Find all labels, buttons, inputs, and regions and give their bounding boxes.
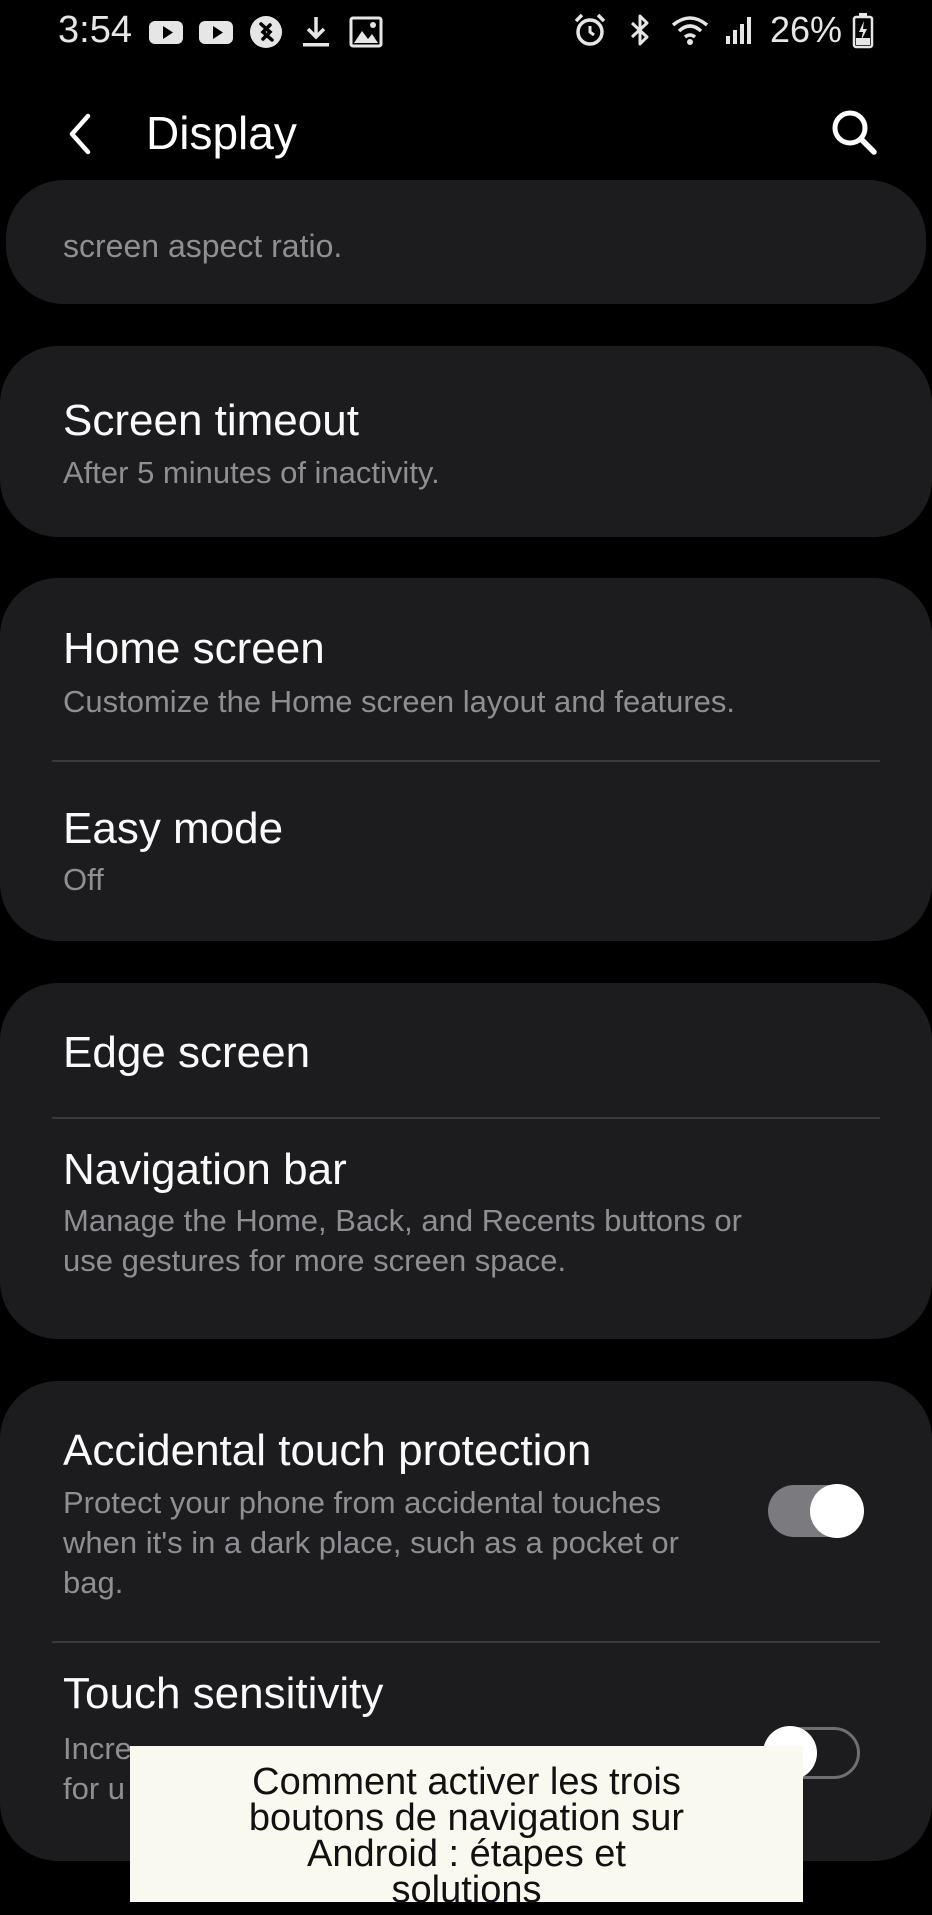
caption-line: Android : étapes et: [307, 1833, 626, 1875]
setting-navigation-bar[interactable]: Navigation bar Manage the Home, Back, an…: [0, 1119, 932, 1339]
screen-timeout-subtitle: After 5 minutes of inactivity.: [63, 455, 440, 490]
card-home-easy: Home screen Customize the Home screen la…: [0, 578, 932, 941]
search-icon[interactable]: [826, 104, 882, 160]
accidental-touch-title: Accidental touch protection: [63, 1426, 592, 1475]
touch-sensitivity-title: Touch sensitivity: [63, 1669, 384, 1718]
setting-home-screen[interactable]: Home screen Customize the Home screen la…: [0, 578, 932, 760]
signal-icon: [720, 10, 760, 50]
screen-timeout-title: Screen timeout: [63, 396, 359, 445]
card-edge-navigation: Edge screen Navigation bar Manage the Ho…: [0, 983, 932, 1339]
easy-mode-title: Easy mode: [63, 804, 284, 853]
app-bar: Display: [0, 90, 932, 180]
card-screen-timeout: Screen timeout After 5 minutes of inacti…: [0, 346, 932, 537]
setting-easy-mode[interactable]: Easy mode Off: [0, 762, 932, 941]
status-time: 3:54: [58, 9, 132, 51]
battery-percent: 26%: [769, 9, 842, 50]
caption-overlay: Comment activer les trois boutons de nav…: [130, 1746, 803, 1909]
caption-line: boutons de navigation sur: [248, 1797, 685, 1839]
youtube-icon: [196, 12, 236, 52]
card-aspect-ratio[interactable]: screen aspect ratio.: [6, 180, 926, 304]
youtube-icon: [146, 12, 186, 52]
accidental-touch-subtitle-line3: bag.: [63, 1565, 124, 1600]
notification-icons: [146, 12, 386, 52]
system-icons: 26%: [570, 9, 874, 51]
download-icon: [296, 12, 336, 52]
bluetooth-icon: [620, 10, 660, 50]
aspect-ratio-subtitle: screen aspect ratio.: [63, 228, 343, 264]
toggle-knob: [810, 1484, 864, 1538]
alarm-icon: [570, 10, 610, 50]
navigation-bar-title: Navigation bar: [63, 1145, 347, 1194]
navigation-bar-subtitle-line1: Manage the Home, Back, and Recents butto…: [63, 1203, 742, 1238]
touch-sensitivity-subtitle-line2: for u: [63, 1771, 126, 1806]
home-screen-title: Home screen: [63, 624, 325, 673]
wifi-icon: [670, 10, 710, 50]
status-bar: 3:54 26%: [0, 0, 932, 62]
accidental-touch-subtitle-line2: when it's in a dark place, such as a poc…: [63, 1525, 679, 1560]
caption-line: Comment activer les trois: [252, 1761, 681, 1803]
setting-edge-screen[interactable]: Edge screen: [0, 983, 932, 1118]
battery-icon: [852, 10, 874, 50]
navigation-bar-subtitle-line2: use gestures for more screen space.: [63, 1243, 567, 1278]
accidental-touch-subtitle-line1: Protect your phone from accidental touch…: [63, 1485, 661, 1520]
page-title: Display: [146, 107, 297, 159]
shazam-icon: [246, 12, 286, 52]
edge-screen-title: Edge screen: [63, 1028, 311, 1077]
touch-sensitivity-subtitle-line1: Incre: [63, 1731, 132, 1766]
setting-screen-timeout[interactable]: Screen timeout After 5 minutes of inacti…: [0, 346, 932, 537]
easy-mode-subtitle: Off: [63, 862, 104, 897]
caption-line: solutions: [391, 1869, 542, 1911]
accidental-touch-toggle[interactable]: [768, 1484, 864, 1538]
home-screen-subtitle: Customize the Home screen layout and fea…: [63, 684, 736, 719]
back-arrow-icon[interactable]: [56, 108, 108, 160]
gallery-icon: [346, 12, 386, 52]
setting-accidental-touch[interactable]: Accidental touch protection Protect your…: [0, 1381, 932, 1641]
